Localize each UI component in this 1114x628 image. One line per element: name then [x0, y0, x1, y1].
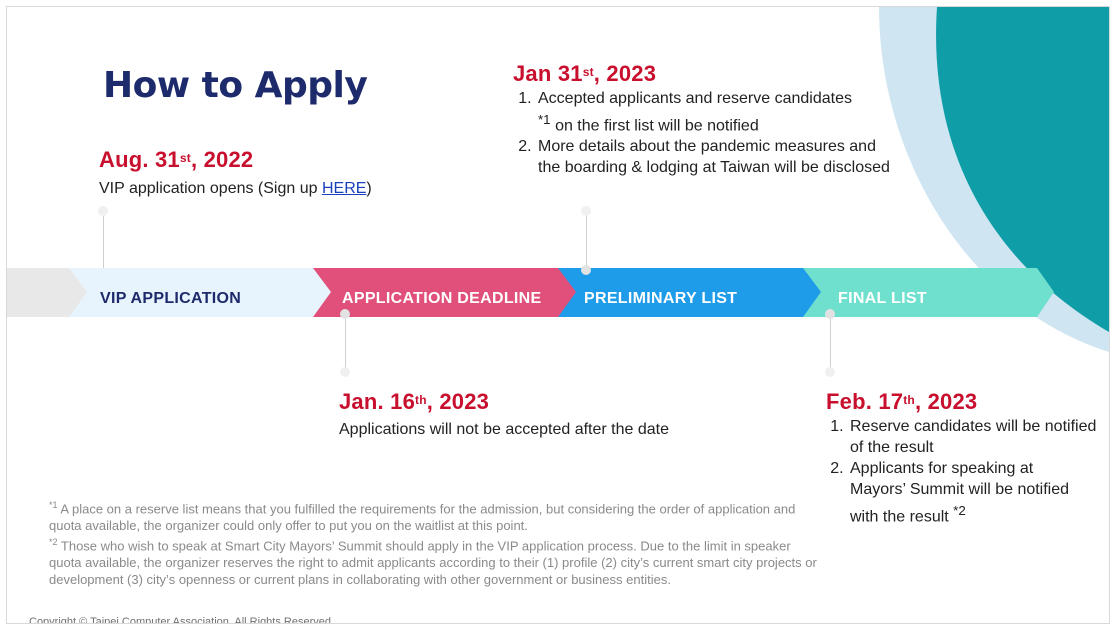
milestone-aug-desc: VIP application opens (Sign up HERE)	[99, 178, 372, 199]
date-text: Aug. 31	[99, 147, 180, 172]
footnote-marker: *1	[49, 500, 58, 510]
timeline-stem-jan16	[345, 319, 346, 367]
item-text-cont: on the first list will be notified	[555, 117, 759, 135]
footnote-1: *1 A place on a reserve list means that …	[49, 497, 819, 534]
date-year: , 2023	[593, 61, 657, 86]
timeline-node-jan16	[340, 309, 350, 319]
date-text: Jan 31	[513, 61, 583, 86]
footnote-ref: *1	[538, 112, 551, 127]
date-year: , 2022	[190, 147, 254, 172]
date-text: Jan. 16	[339, 389, 416, 414]
footnote-marker: *2	[49, 537, 58, 548]
timeline-node-jan31	[581, 265, 591, 275]
timeline-stem-aug	[103, 216, 104, 268]
item-text: Reserve candidates will be notified of t…	[850, 418, 1097, 456]
item-text: Accepted applicants and reserve candidat…	[538, 90, 852, 107]
date-year: , 2023	[914, 389, 978, 414]
date-ordinal: st	[582, 65, 594, 79]
timeline-node-feb17	[825, 309, 835, 319]
date-ordinal: th	[903, 393, 915, 407]
date-ordinal: th	[415, 393, 427, 407]
timeline-dot-aug	[98, 206, 108, 216]
timeline-dot-feb17	[825, 367, 835, 377]
list-item: Accepted applicants and reserve candidat…	[536, 88, 916, 136]
milestone-feb17-date: Feb. 17th, 2023	[826, 389, 977, 415]
footnote-text: A place on a reserve list means that you…	[49, 501, 796, 533]
timeline-stem-feb17	[830, 319, 831, 367]
slide: How to Apply Aug. 31st, 2022 VIP applica…	[6, 6, 1110, 624]
copyright-text: Copyright © Taipei Computer Association.…	[29, 616, 335, 624]
footnote-ref: *2	[953, 503, 966, 518]
stage-label-vip-application: VIP APPLICATION	[100, 290, 242, 307]
date-year: , 2023	[426, 389, 490, 414]
date-text: Feb. 17	[826, 389, 904, 414]
stage-label-preliminary-list: PRELIMINARY LIST	[584, 290, 738, 307]
stage-label-final-list: FINAL LIST	[838, 290, 927, 307]
timeline-stem-jan31	[586, 216, 587, 268]
sign-up-link[interactable]: HERE	[322, 180, 366, 197]
date-ordinal: st	[179, 151, 191, 165]
stage-label-application-deadline: APPLICATION DEADLINE	[342, 290, 542, 307]
timeline-dot-jan16	[340, 367, 350, 377]
desc-text: VIP application opens (Sign up	[99, 180, 322, 197]
timeline-dot-jan31	[581, 206, 591, 216]
footnote-text: Those who wish to speak at Smart City Ma…	[49, 538, 817, 587]
list-item: More details about the pandemic measures…	[536, 136, 898, 178]
desc-text-end: )	[366, 180, 372, 197]
list-item: Reserve candidates will be notified of t…	[848, 416, 1103, 458]
page-title: How to Apply	[103, 65, 368, 106]
footnotes: *1 A place on a reserve list means that …	[49, 497, 819, 588]
footnote-2: *2 Those who wish to speak at Smart City…	[49, 534, 819, 588]
item-text: More details about the pandemic measures…	[538, 138, 890, 177]
list-item: Applicants for speaking at Mayors’ Summi…	[848, 458, 1080, 527]
milestone-feb17-list: Reserve candidates will be notified of t…	[828, 416, 1103, 527]
milestone-jan16-desc: Applications will not be accepted after …	[339, 421, 669, 438]
milestone-jan31-date: Jan 31st, 2023	[513, 61, 656, 87]
milestone-aug-date: Aug. 31st, 2022	[99, 147, 253, 173]
milestone-jan31-list: Accepted applicants and reserve candidat…	[516, 88, 916, 178]
milestone-jan16-date: Jan. 16th, 2023	[339, 389, 489, 415]
